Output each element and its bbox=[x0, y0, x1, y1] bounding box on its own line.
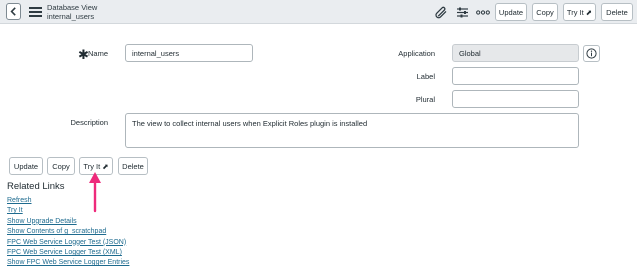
copy-button[interactable]: Copy bbox=[47, 157, 75, 175]
name-field[interactable]: internal_users bbox=[125, 44, 253, 62]
related-links-title: Related Links bbox=[7, 181, 65, 192]
plural-field[interactable] bbox=[452, 90, 579, 108]
settings-sliders-icon[interactable] bbox=[455, 5, 469, 19]
menu-icon[interactable] bbox=[29, 7, 42, 17]
paperclip-icon[interactable] bbox=[434, 5, 448, 19]
link-try-it[interactable]: Try It bbox=[7, 206, 129, 216]
back-icon bbox=[10, 7, 16, 16]
header-copy-button[interactable]: Copy bbox=[532, 3, 558, 21]
header-update-button[interactable]: Update bbox=[495, 3, 527, 21]
application-field: Global bbox=[452, 44, 579, 62]
label-field[interactable] bbox=[452, 67, 579, 85]
link-show-scratchpad[interactable]: Show Contents of g_scratchpad bbox=[7, 227, 129, 237]
record-name-label: internal_users bbox=[47, 11, 95, 21]
update-button[interactable]: Update bbox=[9, 157, 43, 175]
more-options-icon[interactable] bbox=[475, 5, 490, 19]
delete-button[interactable]: Delete bbox=[118, 157, 148, 175]
description-textarea[interactable]: The view to collect internal users when … bbox=[125, 113, 579, 148]
application-info-button[interactable] bbox=[583, 45, 600, 62]
label-label: Label bbox=[416, 72, 435, 81]
header-delete-button[interactable]: Delete bbox=[601, 3, 633, 21]
name-label: Name bbox=[87, 49, 108, 58]
info-icon bbox=[586, 48, 597, 59]
header-try-it-button[interactable]: Try It ⬈ bbox=[563, 3, 596, 21]
back-button[interactable] bbox=[6, 3, 21, 20]
plural-label: Plural bbox=[415, 95, 435, 104]
record-header: Database View internal_users Update Copy… bbox=[0, 0, 637, 24]
link-show-upgrade-details[interactable]: Show Upgrade Details bbox=[7, 217, 129, 227]
description-label: Description bbox=[70, 118, 108, 127]
related-links-list: Refresh Try It Show Upgrade Details Show… bbox=[7, 196, 129, 269]
application-label: Application bbox=[398, 49, 435, 58]
link-logger-test-xml[interactable]: FPC Web Service Logger Test (XML) bbox=[7, 248, 129, 258]
link-logger-test-json[interactable]: FPC Web Service Logger Test (JSON) bbox=[7, 238, 129, 248]
link-refresh[interactable]: Refresh bbox=[7, 196, 129, 206]
link-show-logger-entries[interactable]: Show FPC Web Service Logger Entries bbox=[7, 258, 129, 268]
